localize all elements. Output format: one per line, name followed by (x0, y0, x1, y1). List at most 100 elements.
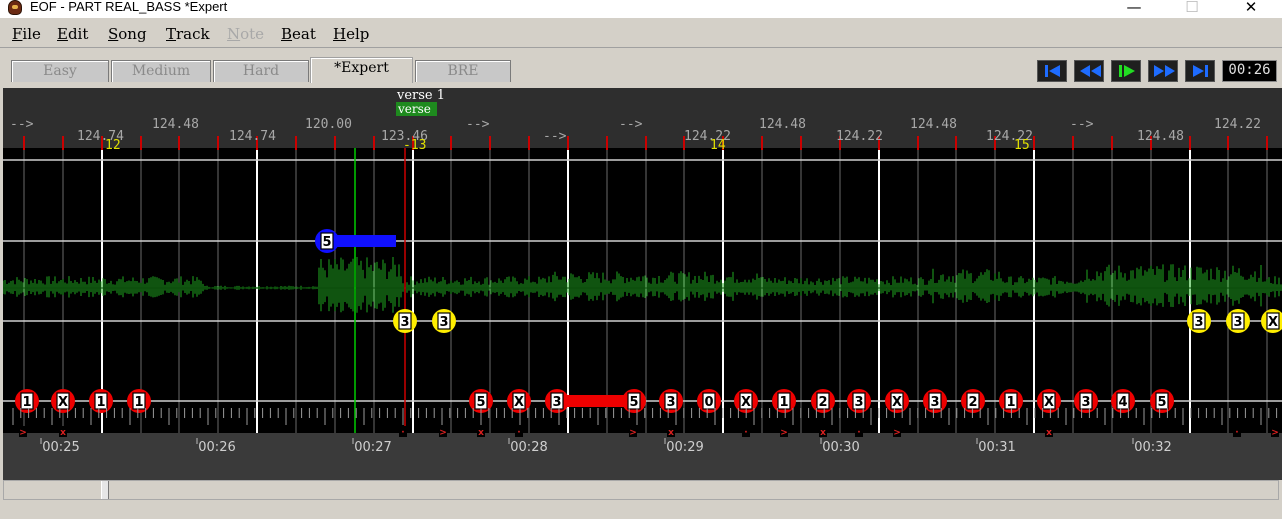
timeline-event-glyph: · (857, 428, 860, 438)
fast-forward-icon (1154, 65, 1175, 77)
menu-bar: File Edit Song Track Note Beat Help (0, 22, 1282, 48)
skip-to-end-button[interactable] (1185, 60, 1215, 82)
play-icon (1119, 65, 1135, 77)
red-note-fret: 2 (818, 395, 827, 410)
waveform (3, 257, 1282, 313)
red-note-fret: 3 (666, 395, 675, 410)
menu-track[interactable]: Track (166, 25, 210, 43)
time-label: 00:28 (510, 440, 547, 455)
timeline-event-glyph: x (478, 428, 484, 438)
red-note-fret: 1 (779, 395, 788, 410)
yellow-note-fret: 3 (1194, 315, 1203, 330)
timeline-event-glyph: · (1235, 428, 1238, 438)
section-tag: verse (397, 102, 431, 116)
scrollbar-thumb[interactable] (101, 481, 109, 499)
measure-number: 15 (1014, 138, 1030, 153)
menu-beat[interactable]: Beat (281, 25, 316, 43)
menu-file[interactable]: File (12, 25, 41, 43)
blue-note-sustain (333, 235, 396, 247)
tempo-label: 124.74 (229, 129, 276, 144)
red-note-fret: 3 (854, 395, 863, 410)
yellow-note-fret: 3 (1233, 315, 1242, 330)
yellow-note-fret: X (1268, 315, 1278, 330)
red-note-fret: 1 (1006, 395, 1015, 410)
tempo-label: --> (619, 117, 643, 132)
timeline-event-glyph: > (780, 428, 788, 438)
time-label: 00:26 (198, 440, 235, 455)
timeline-event-glyph: · (401, 428, 404, 438)
red-note-fret: 4 (1118, 395, 1127, 410)
red-note-fret: 1 (22, 395, 31, 410)
red-note-fret: 1 (96, 395, 105, 410)
menu-note[interactable]: Note (227, 25, 264, 43)
red-note-fret: X (741, 395, 751, 410)
tab-bre[interactable]: BRE (415, 60, 511, 82)
title-bar: EOF - PART REAL_BASS *Expert — ☐ ✕ (0, 0, 1282, 18)
skip-to-start-icon (1045, 65, 1060, 77)
tab-easy[interactable]: Easy (11, 60, 109, 82)
yellow-note-fret: 3 (400, 315, 409, 330)
menu-song[interactable]: Song (108, 25, 147, 43)
timeline-event-glyph: x (60, 428, 66, 438)
timeline-event-glyph: · (744, 428, 747, 438)
window-title: EOF - PART REAL_BASS *Expert (30, 0, 228, 14)
tab-hard[interactable]: Hard (213, 60, 309, 82)
fast-forward-button[interactable] (1148, 60, 1178, 82)
timeline-band (3, 433, 1282, 480)
time-label: 00:29 (666, 440, 703, 455)
rewind-icon (1080, 65, 1101, 77)
horizontal-scrollbar[interactable] (3, 480, 1279, 500)
close-button[interactable]: ✕ (1231, 0, 1271, 16)
timeline-event-glyph: x (1046, 428, 1052, 438)
time-label: 00:25 (42, 440, 79, 455)
red-note-fret: X (58, 395, 68, 410)
menu-edit[interactable]: Edit (57, 25, 88, 43)
red-note-fret: X (1044, 395, 1054, 410)
tempo-label: 124.48 (759, 117, 806, 132)
tab-expert[interactable]: *Expert (310, 57, 413, 83)
tempo-label: --> (1070, 117, 1094, 132)
tempo-label: --> (10, 117, 34, 132)
time-label: 00:32 (1134, 440, 1171, 455)
minimize-button[interactable]: — (1114, 0, 1154, 16)
red-note-sustain (558, 395, 633, 407)
tempo-label: 120.00 (305, 117, 352, 132)
eof-app-icon (8, 0, 22, 15)
timeline-event-glyph: > (629, 428, 637, 438)
time-label: 00:27 (354, 440, 391, 455)
skip-to-start-button[interactable] (1037, 60, 1067, 82)
maximize-button[interactable]: ☐ (1172, 0, 1212, 16)
timeline-event-glyph: x (668, 428, 674, 438)
measure-number: 12 (105, 138, 121, 153)
rewind-button[interactable] (1074, 60, 1104, 82)
red-note-fret: 0 (704, 395, 713, 410)
timeline-event-glyph: > (1271, 428, 1279, 438)
timeline-event-glyph: x (820, 428, 826, 438)
skip-to-end-icon (1193, 65, 1208, 77)
red-note-fret: 3 (552, 395, 561, 410)
tempo-label: 124.48 (152, 117, 199, 132)
time-label: 00:31 (978, 440, 1015, 455)
timeline-event-glyph: · (517, 428, 520, 438)
timeline-event-glyph: > (893, 428, 901, 438)
timeline-event-glyph: > (439, 428, 447, 438)
tempo-label: --> (543, 129, 567, 144)
measure-number: 14 (710, 138, 726, 153)
tab-medium[interactable]: Medium (111, 60, 211, 82)
red-note-fret: 3 (1081, 395, 1090, 410)
red-note-fret: X (892, 395, 902, 410)
red-note-fret: 5 (1157, 395, 1166, 410)
yellow-note-fret: 3 (439, 315, 448, 330)
time-label: 00:30 (822, 440, 859, 455)
red-note-fret: 2 (968, 395, 977, 410)
red-note-fret: 5 (476, 395, 485, 410)
play-button[interactable] (1111, 60, 1141, 82)
tempo-label: 124.48 (1137, 129, 1184, 144)
menu-help[interactable]: Help (333, 25, 369, 43)
red-note-fret: X (514, 395, 524, 410)
note-editor[interactable]: --> 124.74 124.48 124.74 120.00 123.46 --> --> -… (3, 88, 1282, 480)
measure-number: -13 (403, 138, 426, 153)
red-note-fret: 1 (134, 395, 143, 410)
red-note-fret: 5 (629, 395, 638, 410)
status-bar (0, 502, 1282, 519)
